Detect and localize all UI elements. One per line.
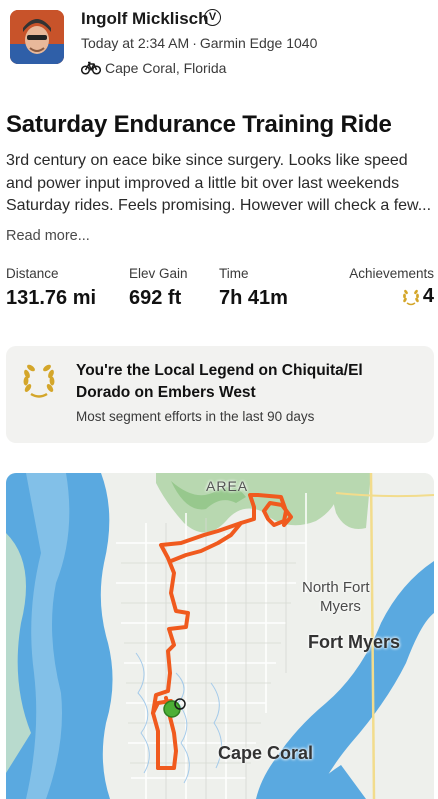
stat-distance: Distance 131.76 mi (6, 266, 96, 310)
athlete-avatar[interactable] (10, 10, 64, 64)
stat-elevation: Elev Gain 692 ft (129, 266, 188, 310)
athlete-name[interactable]: Ingolf Micklisch (81, 9, 209, 29)
verified-badge-icon: V (204, 9, 221, 26)
stat-label: Elev Gain (129, 266, 188, 281)
map-label-north-fort-myers: North Fort (302, 579, 370, 596)
activity-description: 3rd century on eace bike since surgery. … (6, 152, 432, 214)
activity-header: Ingolf Micklisch V Today at 2:34 AM · Garm… (0, 0, 438, 88)
stat-achievements[interactable]: Achievements 4 (349, 266, 434, 308)
meta-separator: · (192, 35, 197, 51)
laurel-wreath-icon (23, 364, 55, 398)
activity-stats: Distance 131.76 mi Elev Gain 692 ft Time… (0, 266, 438, 316)
activity-time: Today at 2:34 AM (81, 35, 190, 51)
stat-label: Distance (6, 266, 59, 281)
stat-label: Time (219, 266, 249, 281)
stat-time: Time 7h 41m (219, 266, 288, 310)
route-map[interactable]: AREA North Fort Myers Fort Myers Cape Co… (6, 473, 434, 799)
map-label-north-fort-myers-2: Myers (320, 598, 361, 615)
achievements-count: 4 (422, 285, 434, 307)
activity-title[interactable]: Saturday Endurance Training Ride (6, 111, 392, 139)
activity-location: Cape Coral, Florida (105, 60, 227, 76)
map-label-fort-myers: Fort Myers (308, 632, 401, 652)
map-label-cape-coral: Cape Coral (218, 743, 314, 763)
achievements-value: 4 (349, 285, 434, 308)
stat-value: 692 ft (129, 287, 182, 309)
laurel-wreath-icon (402, 289, 419, 305)
local-legend-subtitle: Most segment efforts in the last 90 days (76, 409, 315, 424)
map-label-area: AREA (206, 478, 249, 494)
local-legend-card[interactable]: You're the Local Legend on Chiquita/El D… (6, 346, 434, 443)
stat-value: 7h 41m (219, 287, 288, 309)
bicycle-icon (81, 61, 101, 75)
activity-device: Garmin Edge 1040 (199, 35, 318, 51)
read-more-link[interactable]: Read more... (6, 228, 90, 244)
activity-meta: Today at 2:34 AM · Garmin Edge 1040 (81, 35, 317, 51)
stat-value: 131.76 mi (6, 287, 97, 309)
stat-label: Achievements (349, 266, 434, 281)
location-row: Cape Coral, Florida (81, 59, 226, 77)
local-legend-title: You're the Local Legend on Chiquita/El D… (76, 362, 363, 401)
